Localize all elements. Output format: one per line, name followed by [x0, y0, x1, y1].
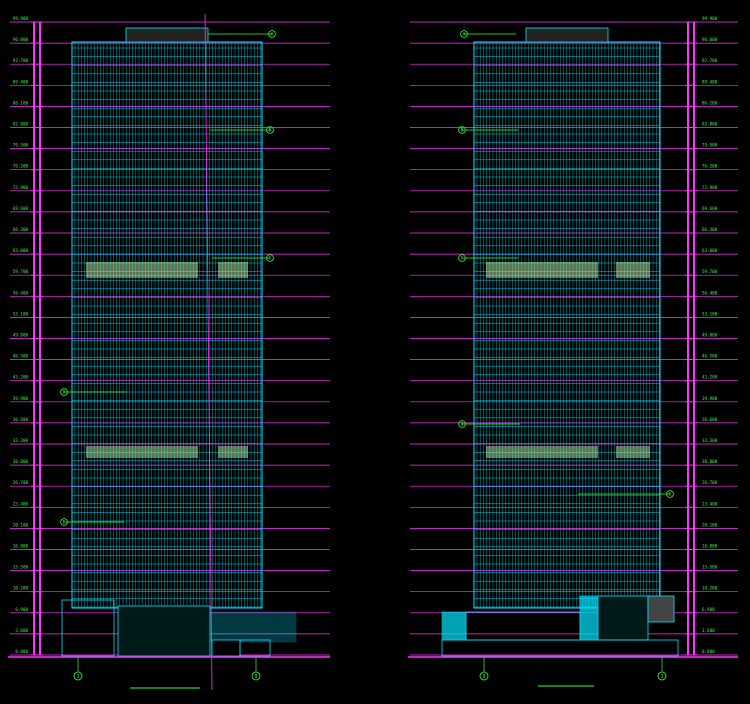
elevation-label: 82.800 [13, 122, 29, 127]
tag-label: B [461, 128, 464, 134]
elevation-label: 56.400 [13, 290, 29, 295]
tag-label: B [269, 128, 272, 134]
elevation-label: 3.600 [15, 628, 28, 633]
elevation-label: 86.100 [702, 100, 718, 105]
highlight-band [86, 262, 198, 278]
elevation-label: 63.000 [13, 248, 29, 253]
elevation-label: 53.100 [13, 311, 29, 316]
elevation-label: 6.900 [702, 607, 715, 612]
drawing-background [0, 0, 750, 700]
tag-label: E [63, 520, 66, 526]
podium-block [211, 639, 241, 657]
elevation-label: 53.100 [702, 311, 718, 316]
elevation-label: 56.400 [702, 290, 718, 295]
elevation-label: 46.500 [13, 354, 29, 359]
elevation-label: 82.800 [702, 122, 718, 127]
elevation-label: 10.200 [702, 586, 718, 591]
roof-parapet [125, 27, 209, 43]
highlight-band [616, 446, 650, 458]
elevation-label: 3.600 [702, 628, 715, 633]
elevation-label: 30.000 [13, 459, 29, 464]
elevation-label: 92.700 [702, 58, 718, 63]
highlight-band [486, 262, 598, 278]
podium-block [579, 595, 599, 641]
elevation-label: 39.900 [13, 396, 29, 401]
elevation-label: 66.300 [702, 227, 718, 232]
tag-label: E [669, 492, 672, 498]
elevation-label: 86.100 [13, 100, 29, 105]
cad-elevation-canvas: 99.900 96.000 92.700 89.400 86.100 82.800 79.5… [0, 0, 750, 700]
elevation-label: 76.200 [702, 164, 718, 169]
highlight-band [486, 446, 598, 458]
elevation-label: 46.500 [702, 354, 718, 359]
highlight-band [86, 446, 198, 458]
podium-block [117, 605, 211, 657]
elevation-label: 99.900 [702, 16, 718, 21]
elevation-drawing: 99.900 96.000 92.700 89.400 86.100 82.800 79.5… [0, 0, 750, 700]
elevation-label: 43.200 [13, 375, 29, 380]
elevation-label: 59.700 [13, 269, 29, 274]
elevation-label: 76.200 [13, 164, 29, 169]
axis-label: 1 [76, 674, 79, 680]
podium-block [441, 611, 467, 641]
elevation-label: 66.300 [13, 227, 29, 232]
highlight-band [218, 262, 248, 278]
elevation-label: 26.700 [13, 480, 29, 485]
elevation-label: 69.600 [702, 206, 718, 211]
highlight-band [616, 262, 650, 278]
tag-label: D [63, 390, 66, 396]
tag-label: C [269, 256, 272, 262]
elevation-label: 72.900 [702, 185, 718, 190]
elevation-label: 0.000 [15, 649, 28, 654]
elevation-label: 10.200 [13, 586, 29, 591]
elevation-label: 23.400 [13, 501, 29, 506]
tag-label: C [461, 256, 464, 262]
elevation-label: 16.800 [13, 544, 29, 549]
elevation-label: 20.100 [702, 522, 718, 527]
elevation-label: 59.700 [702, 269, 718, 274]
tag-label: A [271, 32, 274, 38]
elevation-label: 89.400 [13, 79, 29, 84]
podium-block [209, 611, 297, 643]
elevation-label: 33.300 [13, 438, 29, 443]
elevation-label: 99.900 [13, 16, 29, 21]
elevation-label: 39.900 [702, 396, 718, 401]
elevation-label: 16.800 [702, 544, 718, 549]
elevation-label: 79.500 [702, 143, 718, 148]
elevation-label: 6.900 [15, 607, 28, 612]
elevation-label: 20.100 [13, 522, 29, 527]
elevation-label: 36.600 [702, 417, 718, 422]
elevation-label: 26.700 [702, 480, 718, 485]
tag-label: D [461, 422, 464, 428]
podium-block [647, 595, 675, 623]
elevation-label: 49.800 [702, 333, 718, 338]
highlight-band [218, 446, 248, 458]
elevation-label: 69.600 [13, 206, 29, 211]
elevation-label: 30.000 [702, 459, 718, 464]
elevation-label: 49.800 [13, 333, 29, 338]
elevation-label: 89.400 [702, 79, 718, 84]
axis-label: 9 [482, 674, 485, 680]
elevation-label: 36.600 [13, 417, 29, 422]
axis-label: 9 [254, 674, 257, 680]
podium-block [597, 595, 649, 641]
elevation-label: 79.500 [13, 143, 29, 148]
elevation-label: 72.900 [13, 185, 29, 190]
elevation-label: 63.000 [702, 248, 718, 253]
elevation-label: 13.500 [13, 565, 29, 570]
tag-label: A [463, 32, 466, 38]
elevation-label: 23.400 [702, 501, 718, 506]
elevation-label: 43.200 [702, 375, 718, 380]
elevation-label: 13.500 [702, 565, 718, 570]
elevation-label: 96.000 [702, 37, 718, 42]
elevation-label: 92.700 [13, 58, 29, 63]
elevation-label: 96.000 [13, 37, 29, 42]
elevation-label: 33.300 [702, 438, 718, 443]
axis-label: 1 [660, 674, 663, 680]
elevation-label: 0.000 [702, 649, 715, 654]
roof-parapet [525, 27, 609, 43]
